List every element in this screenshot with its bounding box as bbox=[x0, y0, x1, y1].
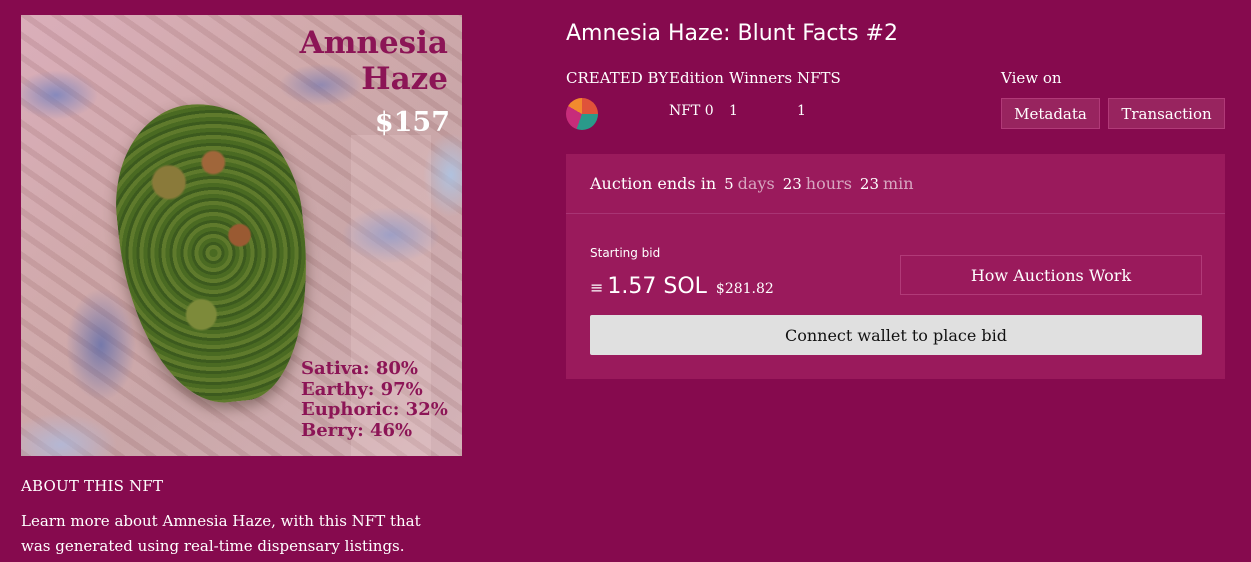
winners-label: Winners bbox=[729, 69, 793, 87]
cannabis-bud-image bbox=[105, 94, 322, 412]
artwork-stat: Earthy: 97% bbox=[301, 378, 423, 400]
metadata-button[interactable]: Metadata bbox=[1001, 98, 1100, 129]
nfts-label: NFTS bbox=[797, 69, 841, 87]
artwork-title: Amnesia Haze bbox=[300, 25, 448, 97]
auction-panel: Auction ends in 5 days 23 hours 23 min Star… bbox=[566, 154, 1225, 379]
connect-wallet-button[interactable]: Connect wallet to place bid bbox=[590, 315, 1202, 355]
solana-icon: ≡ bbox=[590, 278, 604, 297]
min-value: 23 bbox=[859, 175, 879, 193]
winners-value: 1 bbox=[729, 103, 738, 119]
artwork-stat: Berry: 46% bbox=[301, 419, 413, 441]
min-unit: min bbox=[883, 174, 914, 193]
created-by-label: CREATED BY bbox=[566, 69, 669, 87]
edition-value: NFT 0 bbox=[669, 103, 714, 119]
artwork-price: $157 bbox=[374, 107, 450, 138]
countdown: 5 days 23 hours 23 min bbox=[724, 174, 913, 193]
sol-amount: 1.57 SOL bbox=[607, 274, 707, 299]
auction-countdown-row: Auction ends in 5 days 23 hours 23 min bbox=[566, 154, 1225, 214]
hours-value: 23 bbox=[782, 175, 802, 193]
days-value: 5 bbox=[724, 175, 734, 193]
nft-artwork: Amnesia Haze $157 Sativa: 80% Earthy: 97… bbox=[21, 15, 462, 456]
about-text: Learn more about Amnesia Haze, with this… bbox=[21, 512, 421, 555]
artwork-stats: Sativa: 80% Earthy: 97% Euphoric: 32% Be… bbox=[301, 358, 448, 441]
auction-ends-label: Auction ends in bbox=[590, 174, 717, 193]
artwork-stat: Sativa: 80% bbox=[301, 358, 418, 379]
transaction-button[interactable]: Transaction bbox=[1108, 98, 1225, 129]
artwork-title-line1: Amnesia bbox=[299, 25, 448, 61]
edition-label: Edition bbox=[669, 69, 724, 87]
creator-avatar[interactable] bbox=[566, 98, 598, 130]
starting-bid-value: ≡ 1.57 SOL $281.82 bbox=[590, 274, 774, 299]
artwork-stat: Euphoric: 32% bbox=[301, 399, 448, 420]
view-on-label: View on bbox=[1001, 69, 1062, 87]
starting-bid-label: Starting bid bbox=[590, 246, 661, 260]
artwork-title-line2: Haze bbox=[361, 61, 448, 97]
usd-amount: $281.82 bbox=[715, 281, 774, 297]
about-heading: ABOUT THIS NFT bbox=[21, 477, 164, 495]
nfts-value: 1 bbox=[797, 103, 806, 119]
days-unit: days bbox=[737, 174, 775, 193]
how-auctions-work-button[interactable]: How Auctions Work bbox=[900, 255, 1202, 295]
nft-title: Amnesia Haze: Blunt Facts #2 bbox=[566, 21, 898, 46]
hours-unit: hours bbox=[805, 174, 852, 193]
